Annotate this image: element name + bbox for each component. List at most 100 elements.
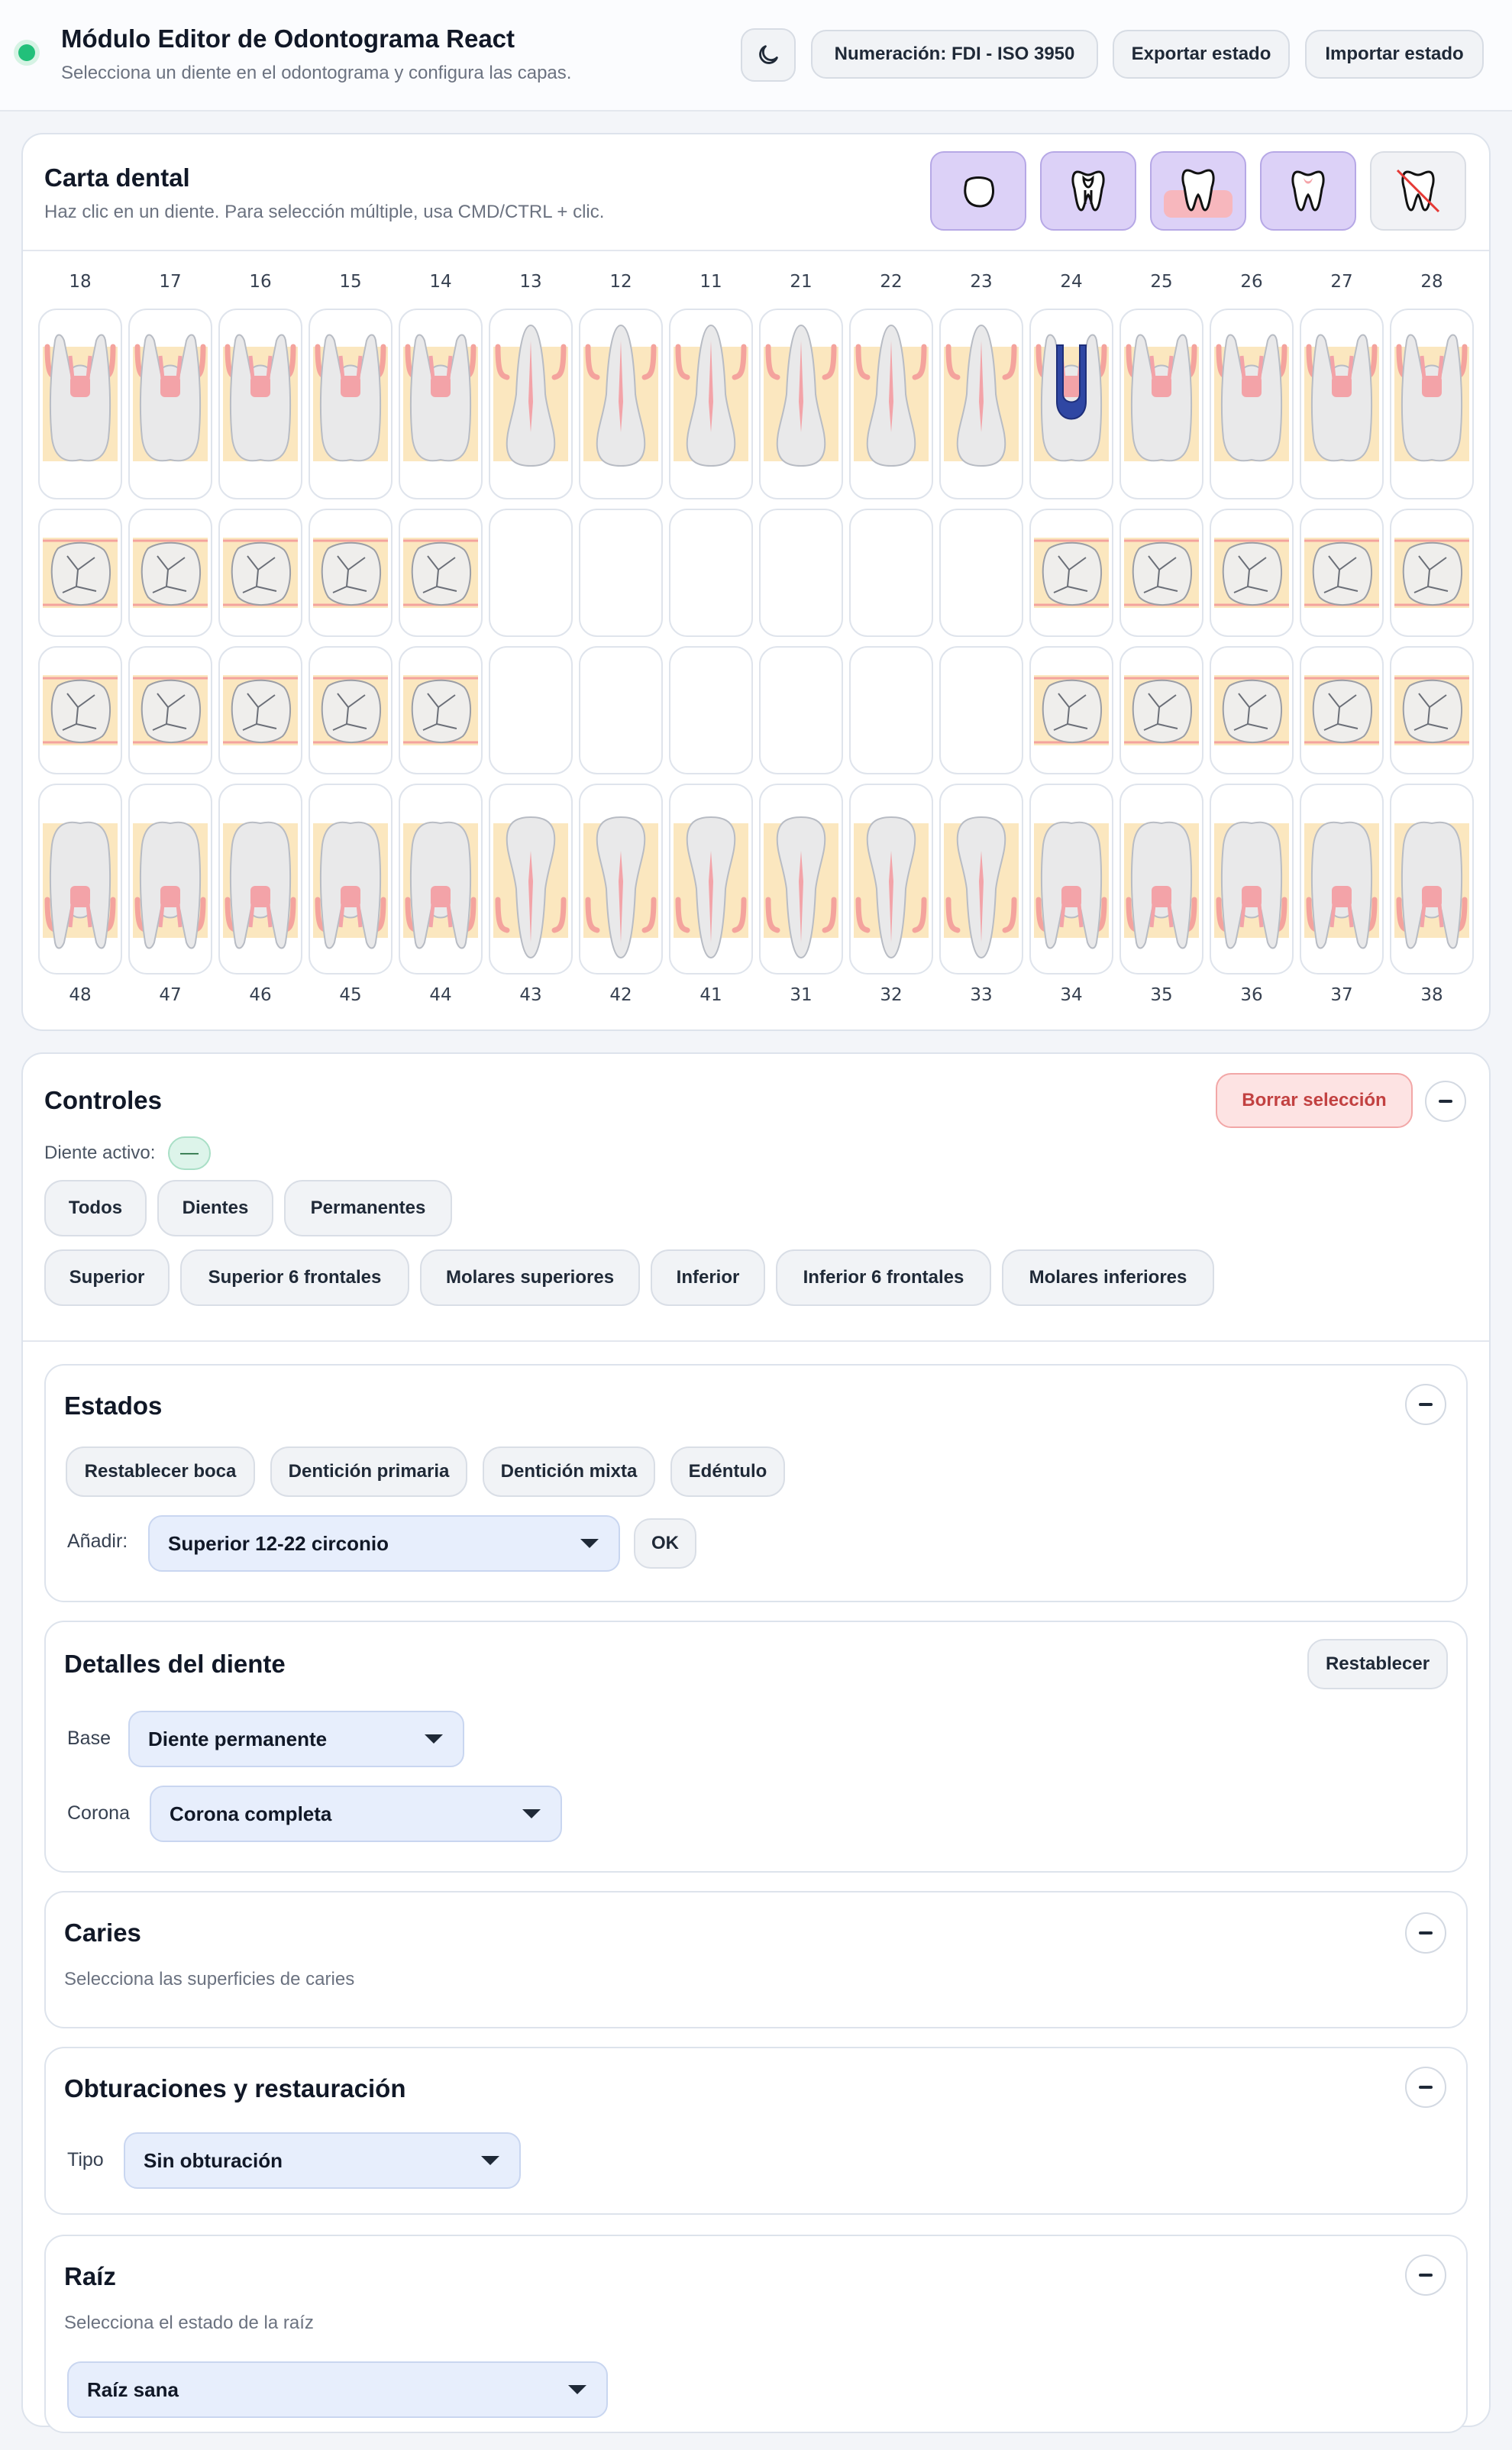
collapse-controls-button[interactable] (1425, 1081, 1466, 1122)
tooth-cell-25-upper[interactable] (1119, 309, 1203, 499)
tooth-cell-41-lower[interactable] (669, 784, 753, 975)
tooth-cell-34-lower[interactable] (1029, 784, 1113, 975)
collapse-estados-button[interactable] (1405, 1384, 1446, 1425)
numbering-button[interactable]: Numeración: FDI - ISO 3950 (811, 30, 1098, 79)
layer-tooth-button[interactable] (1260, 151, 1356, 231)
tooth-cell-27-upper[interactable] (1300, 309, 1384, 499)
tooth-cell-26-upper[interactable] (1210, 309, 1294, 499)
raiz-select[interactable]: Raíz sana (67, 2361, 608, 2418)
tooth-cell-28-upper[interactable] (1390, 309, 1474, 499)
tooth-cell-48-occl[interactable] (38, 646, 122, 774)
tooth-cell-14-upper[interactable] (399, 309, 483, 499)
estado-button-0[interactable]: Restablecer boca (66, 1446, 255, 1497)
collapse-caries-button[interactable] (1405, 1912, 1446, 1954)
quick-select-superior-6-frontales[interactable]: Superior 6 frontales (180, 1249, 409, 1306)
tooth-cell-21-occl[interactable] (759, 509, 843, 637)
tooth-cell-33-occl[interactable] (939, 646, 1023, 774)
import-button[interactable]: Importar estado (1305, 30, 1484, 79)
tooth-cell-36-lower[interactable] (1210, 784, 1294, 975)
tooth-cell-18-upper[interactable] (38, 309, 122, 499)
tooth-cell-46-lower[interactable] (218, 784, 302, 975)
base-select[interactable]: Diente permanente (128, 1711, 464, 1767)
tooth-cell-48-lower[interactable] (38, 784, 122, 975)
tooth-cell-46-occl[interactable] (218, 646, 302, 774)
tooth-cell-21-upper[interactable] (759, 309, 843, 499)
tooth-cell-17-occl[interactable] (128, 509, 212, 637)
tooth-cell-41-occl[interactable] (669, 646, 753, 774)
tooth-cell-43-occl[interactable] (489, 646, 573, 774)
collapse-raiz-button[interactable] (1405, 2254, 1446, 2296)
tooth-cell-37-lower[interactable] (1300, 784, 1384, 975)
estado-button-1[interactable]: Dentición primaria (270, 1446, 467, 1497)
tooth-cell-34-occl[interactable] (1029, 646, 1113, 774)
tooth-cell-31-occl[interactable] (759, 646, 843, 774)
tooth-cell-26-occl[interactable] (1210, 509, 1294, 637)
export-button[interactable]: Exportar estado (1113, 30, 1290, 79)
layer-pulp-button[interactable] (1040, 151, 1136, 231)
tooth-cell-15-occl[interactable] (309, 509, 393, 637)
tooth-cell-22-occl[interactable] (849, 509, 933, 637)
quick-select-dientes[interactable]: Dientes (157, 1180, 273, 1236)
tooth-cell-27-occl[interactable] (1300, 509, 1384, 637)
tooth-cell-47-occl[interactable] (128, 646, 212, 774)
tooth-cell-17-upper[interactable] (128, 309, 212, 499)
theme-toggle-button[interactable] (741, 28, 796, 82)
tooth-cell-32-occl[interactable] (849, 646, 933, 774)
tooth-cell-32-lower[interactable] (849, 784, 933, 975)
tooth-cell-33-lower[interactable] (939, 784, 1023, 975)
tooth-cell-13-upper[interactable] (489, 309, 573, 499)
quick-select-permanentes[interactable]: Permanentes (284, 1180, 452, 1236)
layer-gum-button[interactable] (1150, 151, 1246, 231)
tooth-cell-45-lower[interactable] (309, 784, 393, 975)
tooth-cell-12-occl[interactable] (579, 509, 663, 637)
tooth-cell-14-occl[interactable] (399, 509, 483, 637)
tooth-cell-24-upper[interactable] (1029, 309, 1113, 499)
tooth-cell-35-occl[interactable] (1119, 646, 1203, 774)
reset-tooth-button[interactable]: Restablecer (1307, 1639, 1448, 1689)
tipo-select[interactable]: Sin obturación (124, 2132, 521, 2189)
quick-select-superior[interactable]: Superior (44, 1249, 170, 1306)
ok-button[interactable]: OK (634, 1518, 696, 1569)
tooth-number-25: 25 (1150, 272, 1173, 292)
tooth-cell-42-lower[interactable] (579, 784, 663, 975)
tooth-cell-22-upper[interactable] (849, 309, 933, 499)
tooth-cell-43-lower[interactable] (489, 784, 573, 975)
tooth-cell-28-occl[interactable] (1390, 509, 1474, 637)
tooth-cell-15-upper[interactable] (309, 309, 393, 499)
tooth-cell-44-lower[interactable] (399, 784, 483, 975)
quick-select-inferior-6-frontales[interactable]: Inferior 6 frontales (776, 1249, 991, 1306)
layer-crown-button[interactable] (930, 151, 1026, 231)
quick-select-inferior[interactable]: Inferior (651, 1249, 765, 1306)
estado-button-3[interactable]: Edéntulo (670, 1446, 785, 1497)
layer-missing-button[interactable] (1370, 151, 1466, 231)
tooth-cell-11-upper[interactable] (669, 309, 753, 499)
tooth-cell-38-occl[interactable] (1390, 646, 1474, 774)
tooth-cell-23-upper[interactable] (939, 309, 1023, 499)
tooth-cell-36-occl[interactable] (1210, 646, 1294, 774)
tooth-cell-45-occl[interactable] (309, 646, 393, 774)
tooth-cell-38-lower[interactable] (1390, 784, 1474, 975)
tooth-cell-35-lower[interactable] (1119, 784, 1203, 975)
collapse-obturaciones-button[interactable] (1405, 2067, 1446, 2108)
tooth-cell-11-occl[interactable] (669, 509, 753, 637)
tooth-cell-16-upper[interactable] (218, 309, 302, 499)
quick-select-molares-superiores[interactable]: Molares superiores (420, 1249, 640, 1306)
add-state-select[interactable]: Superior 12-22 circonio (148, 1515, 620, 1572)
corona-select[interactable]: Corona completa (150, 1786, 562, 1842)
quick-select-todos[interactable]: Todos (44, 1180, 147, 1236)
tooth-cell-18-occl[interactable] (38, 509, 122, 637)
estado-button-2[interactable]: Dentición mixta (483, 1446, 655, 1497)
clear-selection-button[interactable]: Borrar selección (1216, 1073, 1413, 1128)
tooth-cell-37-occl[interactable] (1300, 646, 1384, 774)
tooth-cell-25-occl[interactable] (1119, 509, 1203, 637)
tooth-cell-13-occl[interactable] (489, 509, 573, 637)
tooth-cell-47-lower[interactable] (128, 784, 212, 975)
tooth-cell-42-occl[interactable] (579, 646, 663, 774)
tooth-cell-23-occl[interactable] (939, 509, 1023, 637)
tooth-cell-16-occl[interactable] (218, 509, 302, 637)
quick-select-molares-inferiores[interactable]: Molares inferiores (1002, 1249, 1214, 1306)
tooth-cell-31-lower[interactable] (759, 784, 843, 975)
tooth-cell-24-occl[interactable] (1029, 509, 1113, 637)
tooth-cell-12-upper[interactable] (579, 309, 663, 499)
tooth-cell-44-occl[interactable] (399, 646, 483, 774)
